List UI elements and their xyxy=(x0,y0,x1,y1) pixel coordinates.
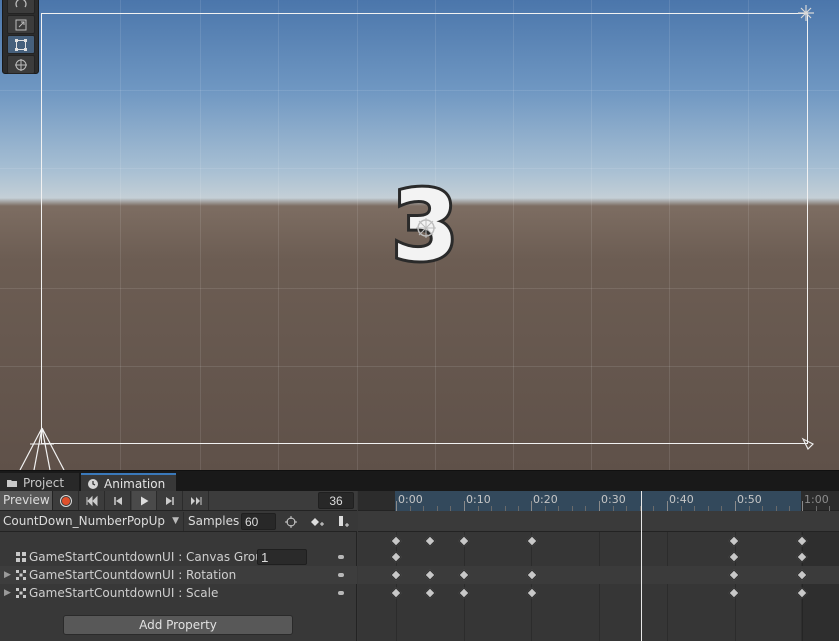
transform-icon xyxy=(16,588,26,598)
step-back-icon xyxy=(114,496,122,505)
rect-transform-tool-button[interactable] xyxy=(7,0,35,14)
scene-tool-palette xyxy=(2,0,39,74)
property-pane: Preview CountDown_NumberPopUp xyxy=(0,491,357,641)
animation-window: Preview CountDown_NumberPopUp xyxy=(0,491,839,641)
ruler-tick xyxy=(735,501,736,511)
scene-view[interactable]: 3 xyxy=(0,0,839,470)
ruler-label: 0:20 xyxy=(533,493,558,506)
crosshair-icon xyxy=(285,515,297,528)
samples-label: Samples xyxy=(188,514,240,528)
current-frame-field[interactable] xyxy=(318,492,354,509)
skip-to-end-icon xyxy=(191,496,202,505)
record-icon xyxy=(60,494,72,507)
preview-button[interactable]: Preview xyxy=(0,491,53,510)
property-row-scale[interactable]: ▶ GameStartCountdownUI : Scale xyxy=(0,584,357,602)
skip-to-start-icon xyxy=(86,495,98,506)
canvas-group-icon xyxy=(16,552,26,562)
ruler-tick xyxy=(802,501,803,511)
rotate-icon xyxy=(15,0,27,7)
ruler-tick xyxy=(464,501,465,511)
transform-icon xyxy=(16,570,26,580)
ruler-tick xyxy=(531,501,532,511)
ruler-label: 0:50 xyxy=(737,493,762,506)
resize-handle-icon[interactable] xyxy=(801,437,815,451)
property-name: GameStartCountdownUI : Scale xyxy=(29,586,219,600)
property-name: GameStartCountdownUI : Rotation xyxy=(29,568,237,582)
tab-project[interactable]: Project xyxy=(0,473,79,492)
pivot-gizmo-icon[interactable] xyxy=(412,214,440,242)
folder-icon xyxy=(7,479,17,487)
ruler-label: 0:30 xyxy=(601,493,626,506)
add-keyframe-button[interactable] xyxy=(305,512,329,531)
rect-tool-button[interactable] xyxy=(7,35,35,54)
next-keyframe-button[interactable] xyxy=(158,491,183,510)
property-row-canvas-group[interactable]: GameStartCountdownUI : Canvas Group xyxy=(0,548,357,566)
scale-tool-button[interactable] xyxy=(7,15,35,34)
playback-toolbar: Preview xyxy=(0,491,357,511)
transform-icon xyxy=(15,58,27,71)
ruler-label: 0:00 xyxy=(398,493,423,506)
clip-name: CountDown_NumberPopUp xyxy=(3,514,166,528)
time-ruler[interactable]: 0:00 0:10 0:20 0:30 0:40 0:50 1:00 xyxy=(358,491,839,511)
ruler-label: 0:40 xyxy=(669,493,694,506)
ruler-label: 0:10 xyxy=(466,493,491,506)
ruler-label: 1:00 xyxy=(804,493,829,506)
camera-gizmo-icon xyxy=(19,427,65,470)
last-keyframe-button[interactable] xyxy=(184,491,209,510)
add-event-button[interactable] xyxy=(331,512,355,531)
tab-project-label: Project xyxy=(23,475,65,490)
scale-icon xyxy=(15,19,27,30)
ruler-tick xyxy=(599,501,600,511)
samples-field[interactable] xyxy=(241,513,276,530)
tab-animation-label: Animation xyxy=(104,476,166,491)
scale-handle-icon[interactable] xyxy=(797,4,815,22)
rect-tool-icon xyxy=(15,38,27,51)
add-event-icon xyxy=(339,515,349,527)
clip-toolbar: CountDown_NumberPopUp ▼ Samples xyxy=(0,511,357,532)
panel-tab-bar: Project Animation xyxy=(0,470,839,492)
property-options-icon[interactable] xyxy=(338,555,344,559)
play-button[interactable] xyxy=(132,491,157,510)
tab-animation[interactable]: Animation xyxy=(81,473,176,492)
foldout-arrow-icon[interactable]: ▶ xyxy=(4,584,11,602)
step-forward-icon xyxy=(166,496,174,505)
clock-icon xyxy=(88,478,98,489)
event-row[interactable] xyxy=(358,511,839,532)
property-value-field[interactable] xyxy=(257,549,307,565)
filter-by-selection-button[interactable] xyxy=(279,512,303,531)
ruler-tick xyxy=(667,501,668,511)
add-keyframe-icon xyxy=(311,517,324,526)
chevron-down-icon: ▼ xyxy=(172,516,179,526)
keyframe-track[interactable] xyxy=(358,548,839,566)
previous-keyframe-button[interactable] xyxy=(106,491,131,510)
property-options-icon[interactable] xyxy=(338,591,344,595)
clip-dropdown[interactable]: CountDown_NumberPopUp ▼ xyxy=(0,512,184,531)
add-property-button[interactable]: Add Property xyxy=(63,615,293,635)
property-row-rotation[interactable]: ▶ GameStartCountdownUI : Rotation xyxy=(0,566,357,584)
property-name: GameStartCountdownUI : Canvas Group xyxy=(29,550,271,564)
play-icon xyxy=(141,496,149,505)
foldout-arrow-icon[interactable]: ▶ xyxy=(4,566,11,584)
ruler-tick xyxy=(396,501,397,511)
first-keyframe-button[interactable] xyxy=(80,491,105,510)
playhead[interactable] xyxy=(641,491,642,641)
record-button[interactable] xyxy=(54,491,79,510)
property-options-icon[interactable] xyxy=(338,573,344,577)
transform-tool-button[interactable] xyxy=(7,55,35,74)
dopesheet[interactable]: 0:00 0:10 0:20 0:30 0:40 0:50 1:00 xyxy=(358,491,839,641)
